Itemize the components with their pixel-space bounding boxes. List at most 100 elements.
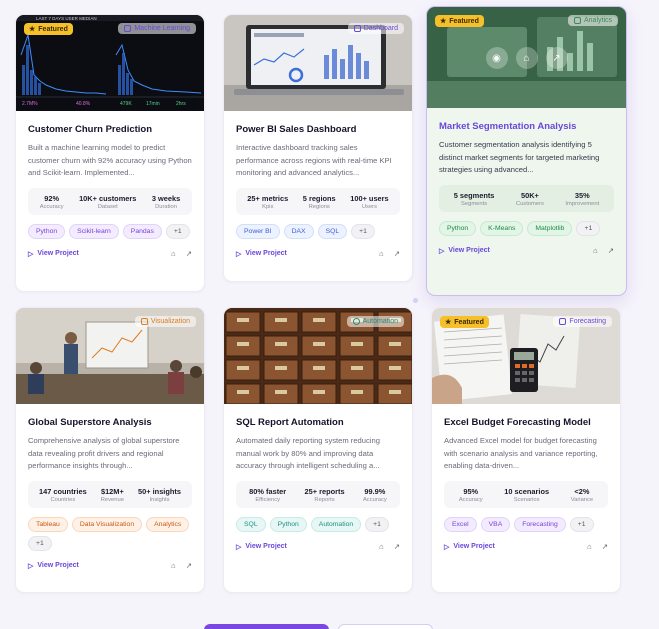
more-tags-badge: +1 xyxy=(576,221,601,236)
project-description: Built a machine learning model to predic… xyxy=(28,143,192,177)
tag: K-Means xyxy=(480,221,524,236)
view-project-link[interactable]: ▷ View Project xyxy=(439,247,583,255)
star-icon: ★ xyxy=(29,26,36,33)
play-icon: ▷ xyxy=(439,247,445,255)
eye-icon[interactable]: ◉ xyxy=(485,47,508,69)
more-tags-badge: +1 xyxy=(165,224,190,239)
github-icon[interactable]: ⌂ xyxy=(379,249,384,258)
external-link-icon[interactable]: ↗ xyxy=(608,246,614,255)
analytics-icon xyxy=(573,17,581,24)
tag: Python xyxy=(28,224,66,239)
hover-actions: ◉ ⌂ ↗ xyxy=(427,47,626,69)
stat-improvement: 35% Improvement xyxy=(565,191,600,207)
category-label: Dashboard xyxy=(363,25,398,32)
brain-icon xyxy=(124,25,132,32)
more-tags-badge: +1 xyxy=(28,536,52,551)
project-title: Excel Budget Forecasting Model xyxy=(444,417,591,428)
external-link-icon[interactable]: ↗ xyxy=(602,542,608,551)
more-tags-badge: +1 xyxy=(365,517,389,532)
category-label: Forecasting xyxy=(569,318,606,325)
tag: Power BI xyxy=(236,224,280,239)
tag: Tableau xyxy=(28,517,68,532)
tag: Forecasting xyxy=(514,517,566,532)
tech-tags: Tableau Data Visualization Analytics +1 xyxy=(28,517,192,551)
project-title: Power BI Sales Dashboard xyxy=(236,124,357,135)
churn-thumb-stat-2: 40.8% xyxy=(76,101,91,107)
project-thumbnail: LAST 7 DAYS USER MEDIAN 2.7M% 40.8% 479K… xyxy=(16,15,204,111)
stat-users: 100+ users Users xyxy=(350,194,389,210)
project-title: Customer Churn Prediction xyxy=(28,124,153,135)
project-card-powerbi-sales[interactable]: Dashboard Power BI Sales Dashboard Inter… xyxy=(223,14,413,282)
project-thumbnail: ★ Featured Forecasting xyxy=(432,308,620,404)
churn-thumb-stat-1: 2.7M% xyxy=(22,101,38,107)
project-card-customer-churn[interactable]: LAST 7 DAYS USER MEDIAN 2.7M% 40.8% 479K… xyxy=(15,14,205,292)
stat-dataset: 10K+ customers Dataset xyxy=(79,194,137,210)
churn-thumb-banner: LAST 7 DAYS USER MEDIAN xyxy=(36,16,97,21)
view-project-link[interactable]: ▷ View Project xyxy=(236,250,369,258)
project-description: Interactive dashboard tracking sales per… xyxy=(236,143,392,177)
tech-tags: SQL Python Automation +1 xyxy=(236,517,400,532)
stat-insights: 50+ insights Insights xyxy=(138,487,181,503)
featured-badge-label: Featured xyxy=(38,25,68,33)
view-project-link[interactable]: ▷ View Project xyxy=(444,543,577,551)
project-card-global-superstore[interactable]: Visualization Global Superstore Analysis… xyxy=(15,307,205,593)
github-icon[interactable]: ⌂ xyxy=(171,561,176,570)
project-card-market-segmentation[interactable]: ★ Featured Analytics ◉ ⌂ ↗ Market Segmen… xyxy=(426,6,627,296)
github-icon[interactable]: ⌂ xyxy=(593,246,598,255)
churn-thumb-stat-4: 17min xyxy=(146,101,160,107)
stat-regions: 5 regions Regions xyxy=(302,194,336,210)
featured-badge: ★ Featured xyxy=(440,316,489,328)
dashboard-icon xyxy=(353,25,361,32)
tech-tags: Excel VBA Forecasting +1 xyxy=(444,517,608,532)
category-badge: Forecasting xyxy=(553,316,612,327)
project-description: Customer segmentation analysis identifyi… xyxy=(439,140,600,174)
star-icon: ★ xyxy=(445,319,452,326)
stat-kpis: 25+ metrics Kpis xyxy=(247,194,289,210)
project-card-sql-automation[interactable]: Automation SQL Report Automation Automat… xyxy=(223,307,413,593)
project-description: Comprehensive analysis of global superst… xyxy=(28,436,180,470)
view-project-link[interactable]: ▷ View Project xyxy=(236,543,369,551)
tag: Automation xyxy=(310,517,362,532)
featured-badge-label: Featured xyxy=(449,17,479,25)
chart-icon xyxy=(140,318,148,325)
external-link-icon[interactable]: ↗ xyxy=(186,249,192,258)
secondary-action-button[interactable] xyxy=(338,624,433,629)
featured-badge: ★ Featured xyxy=(24,23,73,35)
project-description: Automated daily reporting system reducin… xyxy=(236,436,380,470)
external-link-icon[interactable]: ↗ xyxy=(394,249,400,258)
project-stats: 5 segments Segments 50K+ Customers 35% Impr… xyxy=(439,185,614,212)
external-link-icon[interactable]: ↗ xyxy=(186,561,192,570)
project-title: Market Segmentation Analysis xyxy=(439,121,577,132)
external-link-icon[interactable]: ↗ xyxy=(545,47,568,69)
category-badge: Dashboard xyxy=(347,23,404,34)
tag: SQL xyxy=(317,224,348,239)
category-label: Machine Learning xyxy=(134,25,190,32)
github-icon[interactable]: ⌂ xyxy=(171,249,176,258)
stat-accuracy: 99.9% Accuracy xyxy=(362,487,387,503)
tag: Scikit-learn xyxy=(69,224,119,239)
tag: Analytics xyxy=(146,517,190,532)
project-title: Global Superstore Analysis xyxy=(28,417,152,428)
project-stats: 25+ metrics Kpis 5 regions Regions 100+ us… xyxy=(236,188,400,215)
primary-action-button[interactable] xyxy=(204,624,329,629)
tag: SQL xyxy=(236,517,266,532)
stat-variance: <2% Variance xyxy=(570,487,594,503)
github-icon[interactable]: ⌂ xyxy=(515,47,538,69)
tag: Data Visualization xyxy=(71,517,143,532)
stat-countries: 147 countries Countries xyxy=(39,487,87,503)
view-project-link[interactable]: ▷ View Project xyxy=(28,250,161,258)
github-icon[interactable]: ⌂ xyxy=(379,542,384,551)
project-stats: 147 countries Countries $12M+ Revenue 50+ … xyxy=(28,481,192,508)
external-link-icon[interactable]: ↗ xyxy=(394,542,400,551)
play-icon: ▷ xyxy=(236,250,242,258)
project-card-excel-budget[interactable]: ★ Featured Forecasting Excel Budget Fore… xyxy=(431,307,621,593)
play-icon: ▷ xyxy=(236,543,242,551)
more-tags-badge: +1 xyxy=(351,224,375,239)
tag: Excel xyxy=(444,517,477,532)
churn-thumb-stat-5: 2hrs xyxy=(176,101,186,107)
view-project-link[interactable]: ▷ View Project xyxy=(28,562,161,570)
github-icon[interactable]: ⌂ xyxy=(587,542,592,551)
project-stats: 92% Accuracy 10K+ customers Dataset 3 week… xyxy=(28,188,192,215)
featured-badge-label: Featured xyxy=(454,318,484,326)
play-icon: ▷ xyxy=(28,250,34,258)
